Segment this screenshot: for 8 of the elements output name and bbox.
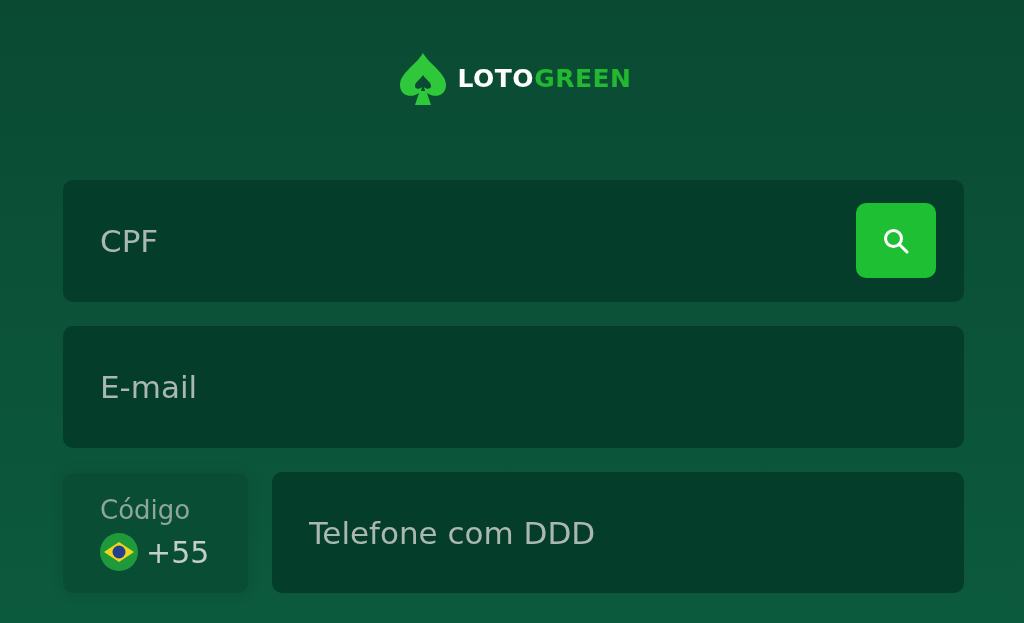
search-button[interactable] xyxy=(856,203,936,278)
search-icon xyxy=(882,226,910,255)
email-field[interactable]: E-mail xyxy=(63,326,964,448)
country-code-selector[interactable]: Código +55 xyxy=(63,472,248,593)
cpf-field[interactable]: CPF xyxy=(63,180,964,302)
phone-field[interactable]: Telefone com DDD xyxy=(271,472,964,593)
brazil-flag-icon xyxy=(100,533,138,571)
logo-text: LOTOGREEN xyxy=(457,63,632,96)
